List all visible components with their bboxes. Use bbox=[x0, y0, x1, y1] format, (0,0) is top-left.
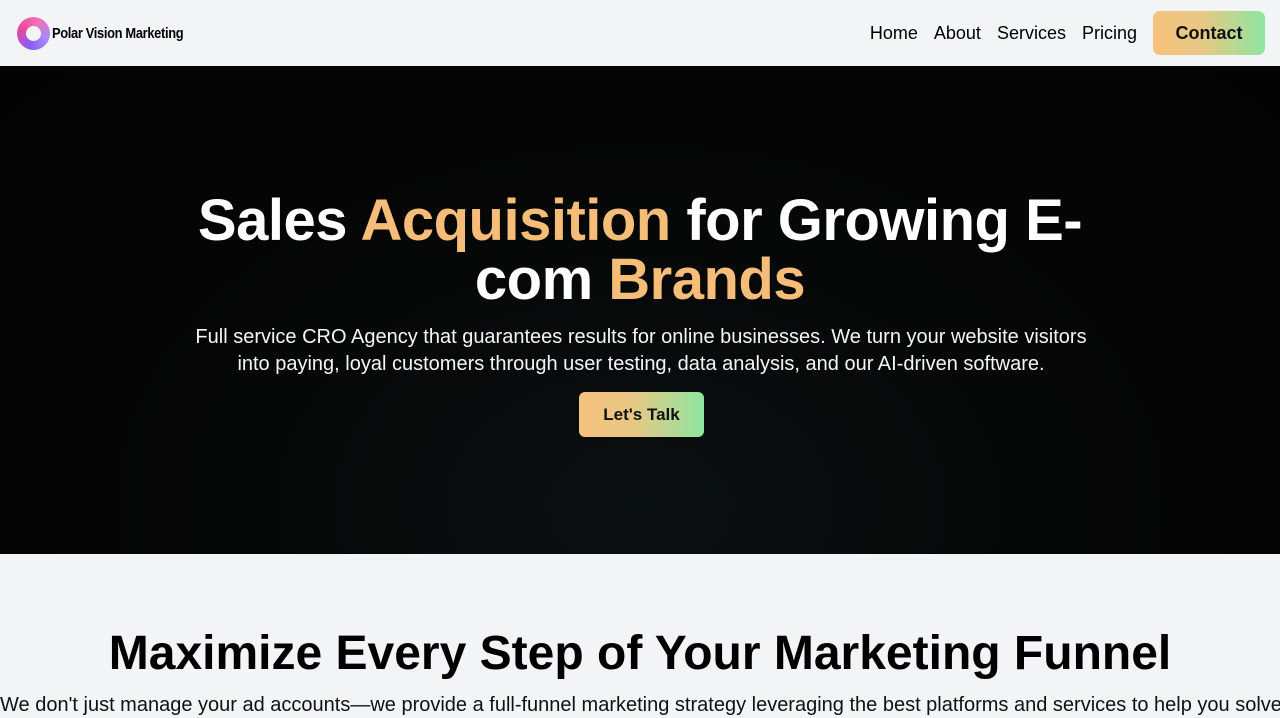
lets-talk-button[interactable]: Let's Talk bbox=[579, 392, 704, 437]
hero-section: Sales Acquisition for Growing E-com Bran… bbox=[0, 66, 1280, 554]
nav-home-link[interactable]: Home bbox=[870, 23, 918, 44]
brand-logo-link[interactable]: Polar Vision Marketing bbox=[17, 16, 205, 50]
funnel-section-title: Maximize Every Step of Your Marketing Fu… bbox=[108, 627, 1172, 680]
hero-title-accent2: Brands bbox=[608, 247, 806, 312]
funnel-section-subtitle: We don't just manage your ad accounts—we… bbox=[0, 694, 1280, 716]
contact-button[interactable]: Contact bbox=[1153, 11, 1265, 55]
nav-services-link[interactable]: Services bbox=[997, 23, 1066, 44]
gradient-ring-logo-icon bbox=[17, 16, 50, 50]
hero-subtitle: Full service CRO Agency that guarantees … bbox=[195, 326, 1087, 375]
main-nav: Home About Services Pricing Contact bbox=[870, 11, 1265, 55]
brand-name: Polar Vision Marketing bbox=[52, 24, 184, 42]
site-header: Polar Vision Marketing Home About Servic… bbox=[0, 0, 1280, 66]
hero-title-part1: Sales bbox=[197, 188, 361, 253]
hero-title-accent1: Acquisition bbox=[360, 188, 671, 253]
nav-about-link[interactable]: About bbox=[934, 23, 981, 44]
hero-title: Sales Acquisition for Growing E-com Bran… bbox=[190, 191, 1090, 309]
nav-pricing-link[interactable]: Pricing bbox=[1082, 23, 1137, 44]
